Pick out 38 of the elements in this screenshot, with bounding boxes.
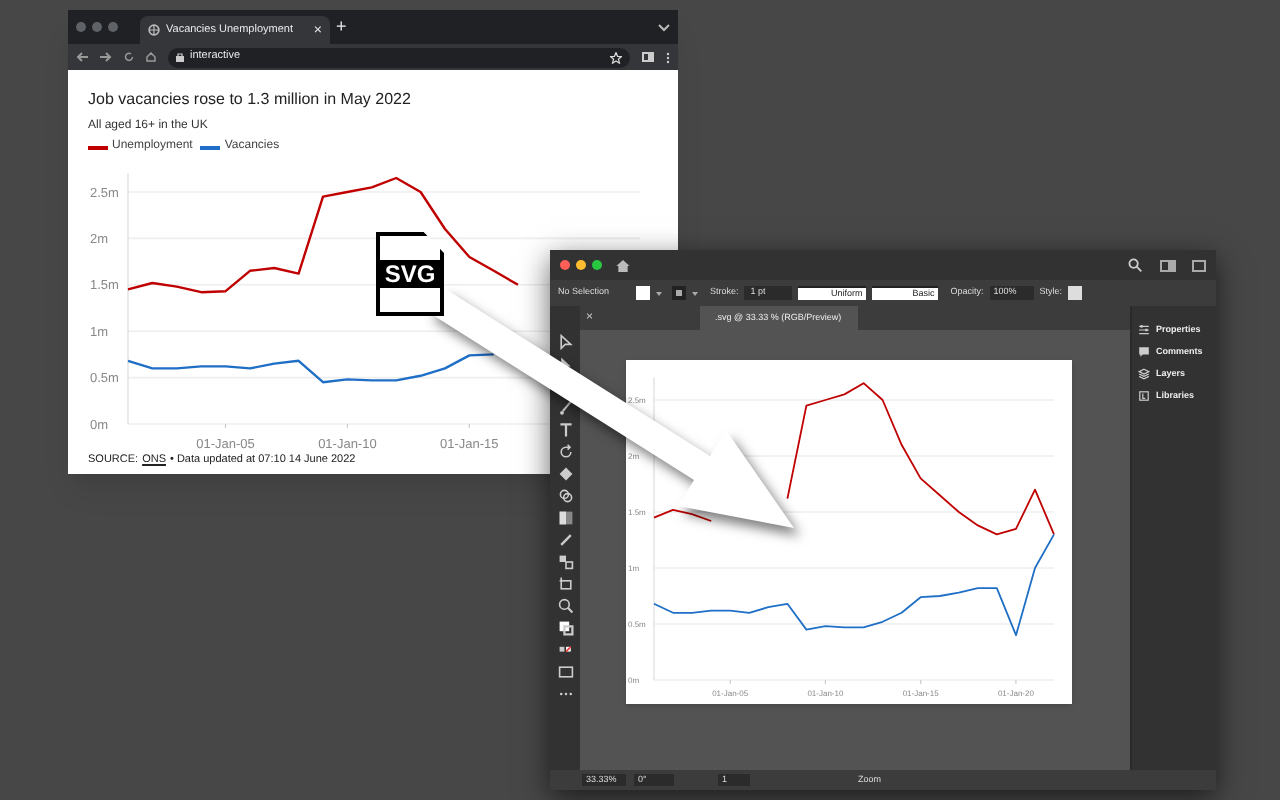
eyedropper-icon[interactable] — [557, 532, 573, 548]
star-icon[interactable] — [610, 51, 622, 63]
caret-icon[interactable] — [692, 291, 698, 295]
stroke-swatch[interactable] — [672, 286, 686, 300]
library-icon — [1138, 390, 1150, 402]
article-title: Job vacancies rose to 1.3 million in May 2022 — [88, 88, 413, 110]
chevron-down-icon[interactable] — [658, 23, 670, 31]
selection-arrow-icon[interactable] — [557, 334, 573, 350]
stack-icon — [1138, 368, 1150, 380]
workspace-icon[interactable] — [1160, 259, 1176, 271]
new-tab-button[interactable]: + — [336, 18, 347, 36]
globe-icon — [148, 24, 160, 36]
zoom-icon[interactable] — [557, 598, 573, 614]
forward-arrow-icon[interactable] — [100, 52, 112, 62]
artboard-tool-icon[interactable] — [557, 576, 573, 592]
brush-icon[interactable] — [557, 400, 573, 416]
side-panel-icon[interactable] — [642, 52, 654, 62]
sliders-icon — [1138, 324, 1150, 336]
color-mode-icon[interactable] — [557, 642, 573, 658]
back-arrow-icon[interactable] — [76, 52, 88, 62]
reload-icon[interactable] — [124, 52, 134, 62]
home-icon[interactable] — [146, 52, 156, 62]
rotate-icon[interactable] — [557, 444, 573, 460]
eraser-icon[interactable] — [557, 466, 573, 482]
type-tool-icon[interactable] — [557, 422, 573, 438]
window-layout-icon[interactable] — [1192, 259, 1206, 271]
caret-icon[interactable] — [656, 291, 662, 295]
fill-stroke-icon[interactable] — [557, 620, 573, 636]
shape-builder-icon[interactable] — [557, 488, 573, 504]
screen-mode-icon[interactable] — [557, 664, 573, 680]
style-swatch[interactable] — [1068, 286, 1083, 300]
speech-bubble-icon — [1138, 346, 1150, 358]
gradient-icon[interactable] — [557, 510, 573, 526]
home-icon[interactable] — [616, 259, 630, 271]
fill-swatch[interactable] — [636, 286, 650, 300]
blend-icon[interactable] — [557, 554, 573, 570]
search-icon[interactable] — [1128, 258, 1142, 272]
lock-icon — [176, 52, 184, 62]
